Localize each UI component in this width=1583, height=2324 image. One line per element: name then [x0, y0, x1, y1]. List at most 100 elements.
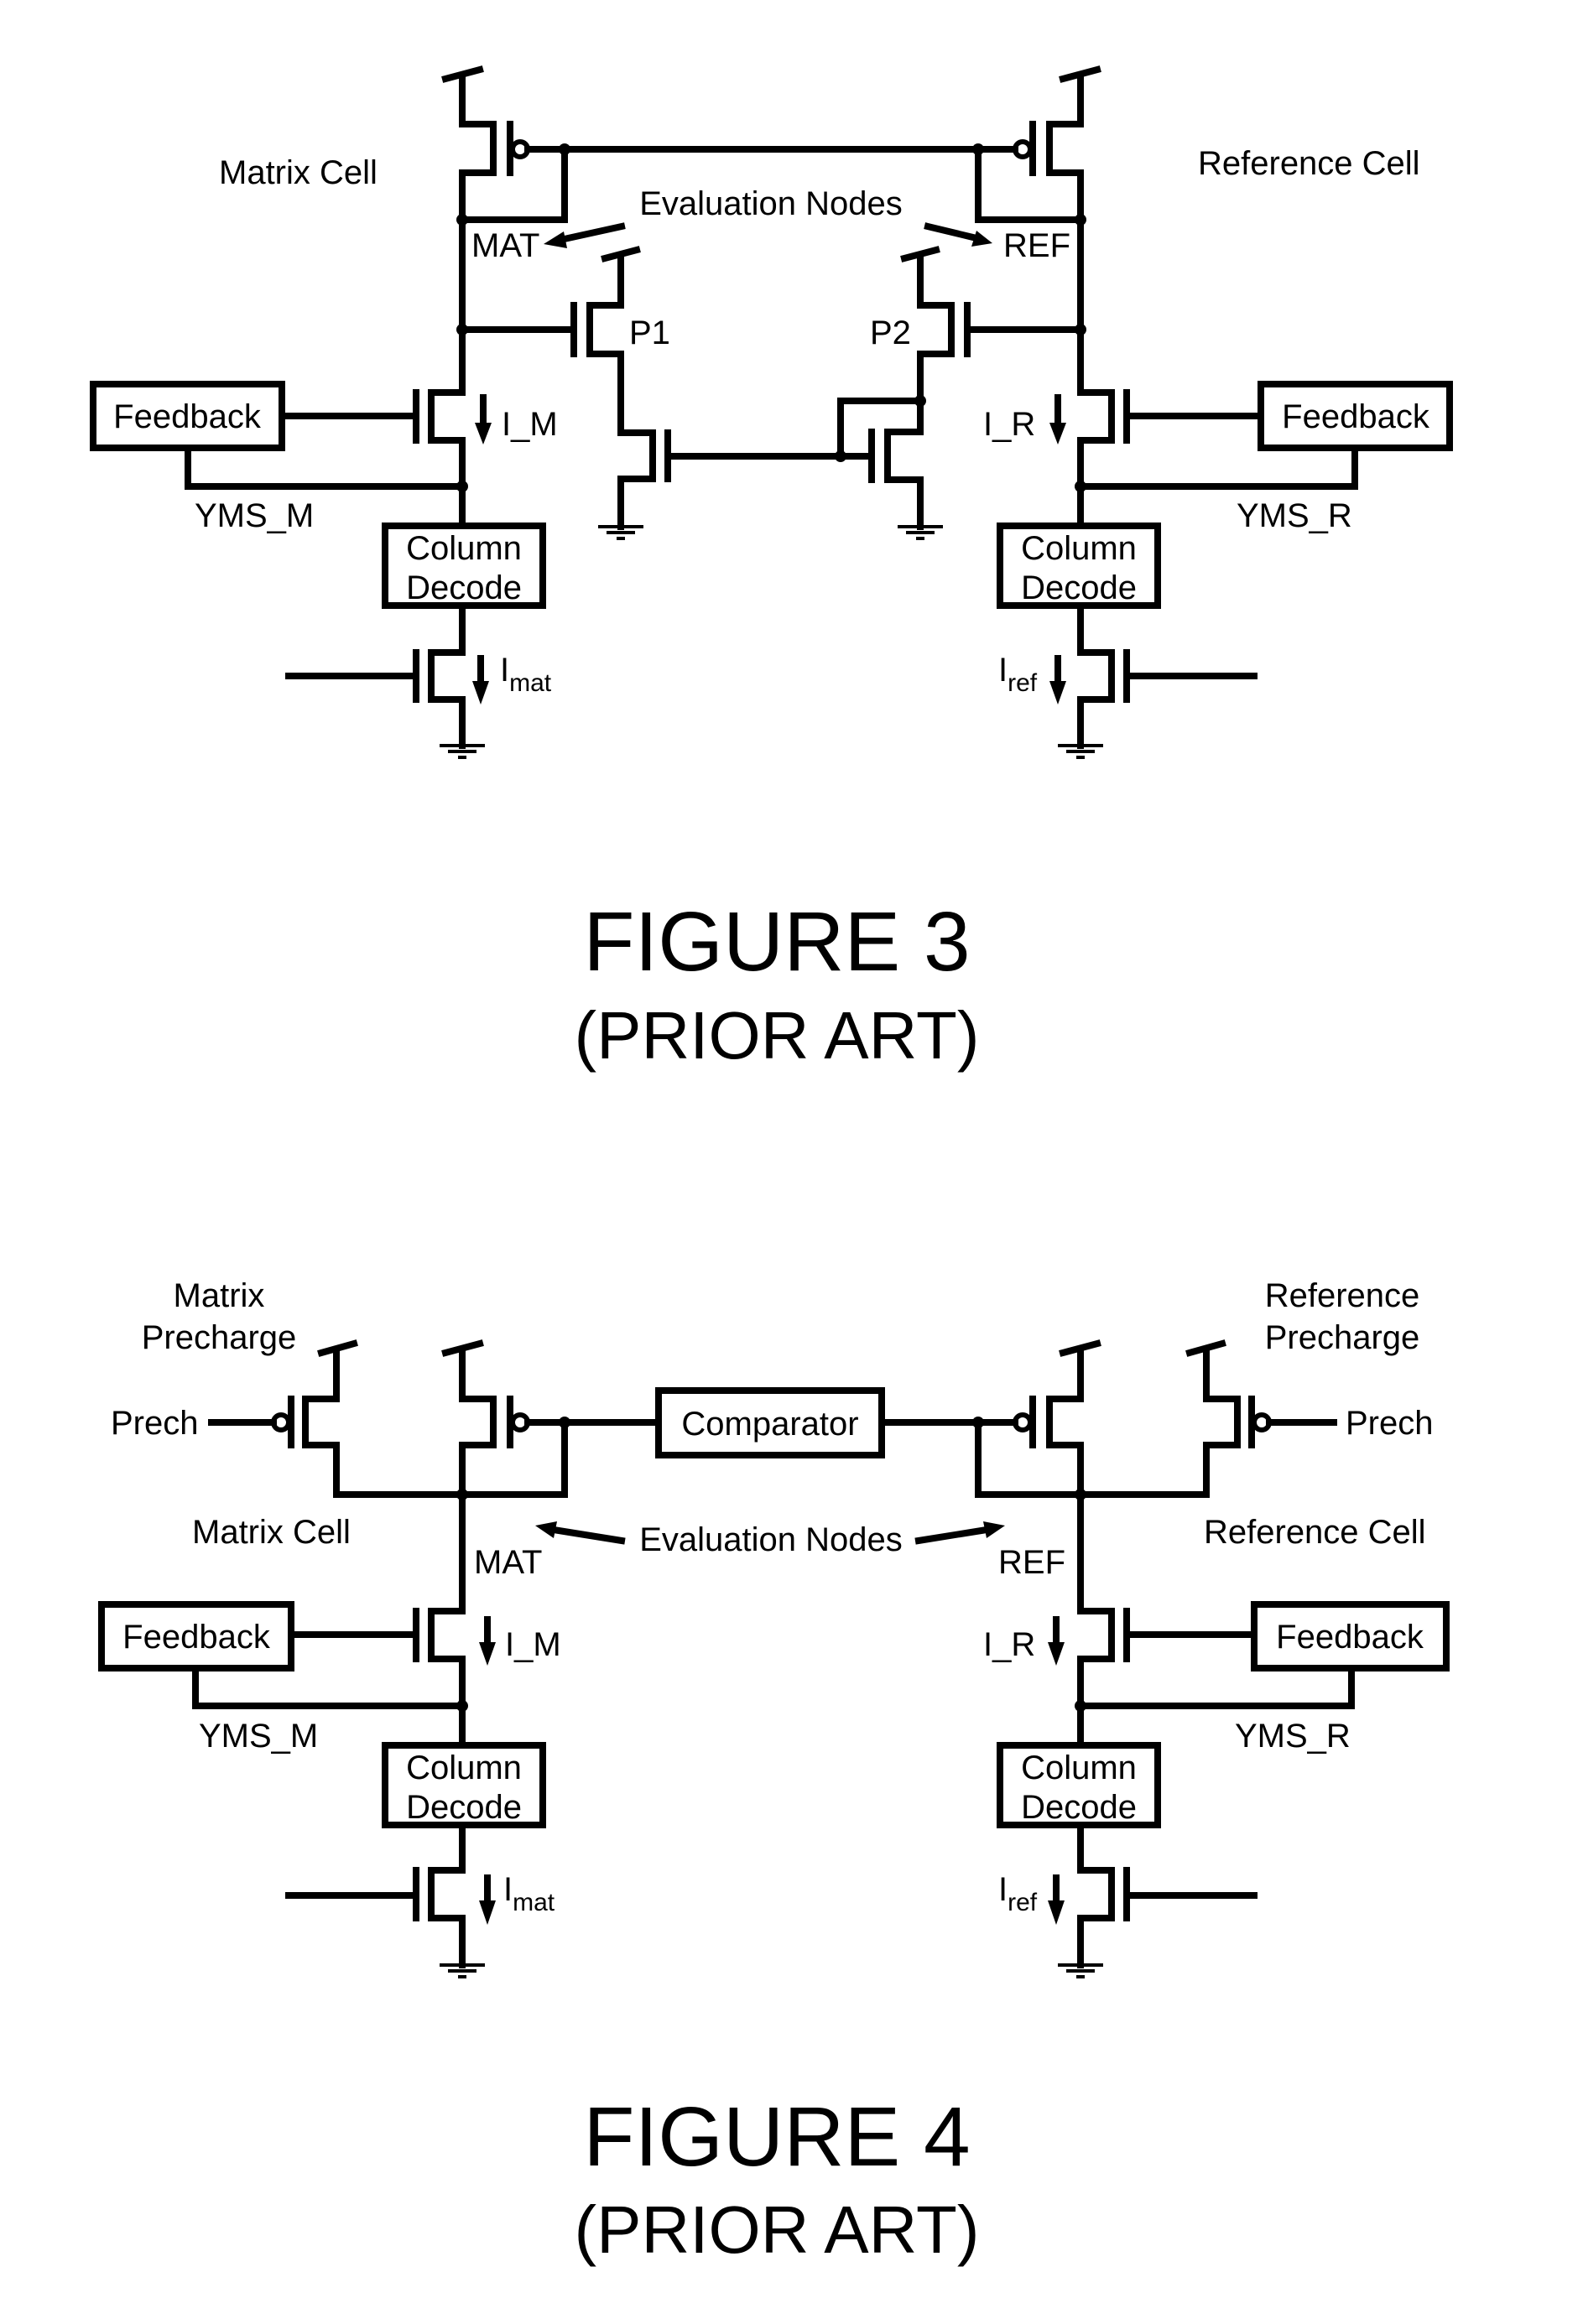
matrix-cell-label: Matrix Cell — [192, 1514, 351, 1551]
yms-m-label: YMS_M — [199, 1718, 318, 1755]
pmos-channel — [459, 1349, 497, 1498]
arrow-head-icon — [475, 423, 492, 445]
reference-cell-transistor — [1058, 602, 1258, 759]
nmos-channel — [1077, 1608, 1115, 1749]
junction-dot — [914, 395, 926, 407]
reference-precharge-pmos — [1185, 1339, 1337, 1498]
arrow-head-icon — [479, 1900, 496, 1925]
junction-dot — [972, 143, 984, 155]
i-mat-label: Imat — [500, 652, 552, 697]
feedback-label-right: Feedback — [1282, 398, 1430, 435]
junction-dot — [1075, 1700, 1086, 1712]
pmos-channel — [302, 1349, 340, 1498]
reference-side: Reference Precharge Prech Feedback I_R C… — [972, 1277, 1450, 1978]
reference-cascode-nmos — [1077, 1608, 1258, 1749]
evaluation-nodes-label: Evaluation Nodes — [639, 185, 903, 222]
figure-3-caption: FIGURE 3 — [583, 895, 970, 989]
pmos-channel — [1046, 75, 1084, 223]
arrow-head-icon — [971, 231, 992, 247]
column-decode-label-line1: Column — [1021, 1749, 1137, 1786]
i-ref-main: I — [998, 652, 1008, 689]
pmos-channel — [1046, 1349, 1084, 1498]
p2-label: P2 — [870, 315, 911, 351]
arrow-head-icon — [1049, 681, 1066, 704]
i-ref-label: Iref — [998, 1871, 1038, 1916]
p1-label: P1 — [629, 315, 670, 351]
matrix-side: Matrix Precharge Prech Feedback I_M Colu… — [98, 1277, 662, 1978]
reference-load-pmos — [972, 1339, 1101, 1498]
matrix-cell-transistor — [285, 1822, 485, 1978]
pmos-channel — [1203, 1349, 1241, 1498]
i-ref-main: I — [998, 1871, 1008, 1908]
cell-channel — [428, 602, 466, 749]
arrow-head-icon — [1048, 1642, 1065, 1666]
nmos-channel — [1077, 389, 1115, 529]
figure-4-subcaption: (PRIOR ART) — [574, 2192, 979, 2267]
arrow-head-icon — [544, 231, 567, 248]
junction-dot — [835, 450, 846, 462]
p1-branch-channel — [586, 255, 656, 530]
matrix-cell-branch: Feedback I_M Column Decode Imat Matrix C… — [90, 65, 982, 759]
i-mat-main: I — [503, 1871, 513, 1908]
i-mat-subscript: mat — [509, 669, 552, 697]
ref-label: REF — [998, 1544, 1065, 1581]
evaluation-arrow-right-icon — [914, 1526, 991, 1545]
arrow-head-icon — [1048, 1900, 1065, 1925]
i-ref-subscript: ref — [1008, 1889, 1038, 1916]
junction-dot — [1075, 481, 1086, 492]
yms-m-wire — [185, 445, 466, 490]
column-decode-label-line2: Decode — [406, 569, 522, 606]
junction-dot — [972, 1417, 984, 1428]
p1-sense-branch: P1 — [570, 246, 875, 540]
column-decode-label-line2: Decode — [406, 1789, 522, 1826]
matrix-precharge-pmos — [208, 1339, 358, 1498]
i-m-label: I_M — [505, 1626, 561, 1663]
feedback-label-left: Feedback — [113, 398, 262, 435]
nmos-channel — [428, 389, 466, 529]
diode-connection-wire — [975, 1419, 1018, 1498]
i-ref-label: Iref — [998, 652, 1038, 697]
comparator-label: Comparator — [681, 1406, 858, 1443]
cell-channel — [1077, 1822, 1115, 1968]
i-m-label: I_M — [502, 406, 558, 443]
p2-sense-branch: P2 — [835, 246, 1084, 540]
i-ref-subscript: ref — [1008, 669, 1038, 697]
matrix-cell-label: Matrix Cell — [219, 154, 378, 191]
i-r-label: I_R — [983, 406, 1035, 443]
reference-cell-transistor — [1058, 1822, 1258, 1978]
reference-cell-branch: Feedback I_R Column Decode Iref Referenc… — [972, 65, 1453, 759]
arrow-head-icon — [983, 1521, 1005, 1538]
column-decode-label-line2: Decode — [1021, 569, 1137, 606]
mat-label: MAT — [474, 1544, 542, 1581]
yms-m-label: YMS_M — [195, 497, 314, 534]
cell-channel — [428, 1822, 466, 1968]
feedback-label-left: Feedback — [122, 1619, 271, 1656]
i-mat-main: I — [500, 652, 509, 689]
i-r-label: I_R — [983, 1626, 1035, 1663]
figure-4-caption: FIGURE 4 — [583, 2090, 970, 2184]
arrow-head-icon — [1049, 423, 1066, 445]
matrix-precharge-label-line1: Matrix — [174, 1277, 265, 1314]
column-decode-label-line2: Decode — [1021, 1789, 1137, 1826]
junction-dot — [456, 1700, 468, 1712]
reference-load-pmos — [972, 65, 1101, 223]
matrix-load-pmos — [441, 1339, 570, 1498]
patent-drawing-sheet: Feedback I_M Column Decode Imat Matrix C… — [90, 65, 1453, 2267]
evaluation-arrow-right-icon — [924, 222, 981, 242]
evaluation-arrow-left-icon — [556, 222, 626, 244]
yms-r-wire — [1077, 1665, 1355, 1709]
column-decode-label-line1: Column — [406, 530, 522, 567]
arrow-head-icon — [479, 1642, 496, 1666]
feedback-label-right: Feedback — [1276, 1619, 1424, 1656]
evaluation-arrow-left-icon — [549, 1526, 626, 1545]
mat-label: MAT — [471, 227, 539, 264]
reference-precharge-label-line2: Precharge — [1265, 1319, 1420, 1356]
reference-cascode-nmos — [1077, 389, 1264, 529]
column-decode-label-line1: Column — [1021, 530, 1137, 567]
nmos-channel — [428, 1608, 466, 1749]
yms-r-label: YMS_R — [1237, 497, 1352, 534]
figure-3-subcaption: (PRIOR ART) — [574, 998, 979, 1073]
ref-label: REF — [1003, 227, 1070, 264]
figure-4: Matrix Precharge Prech Feedback I_M Colu… — [98, 1277, 1450, 2267]
prech-label-right: Prech — [1346, 1405, 1434, 1442]
